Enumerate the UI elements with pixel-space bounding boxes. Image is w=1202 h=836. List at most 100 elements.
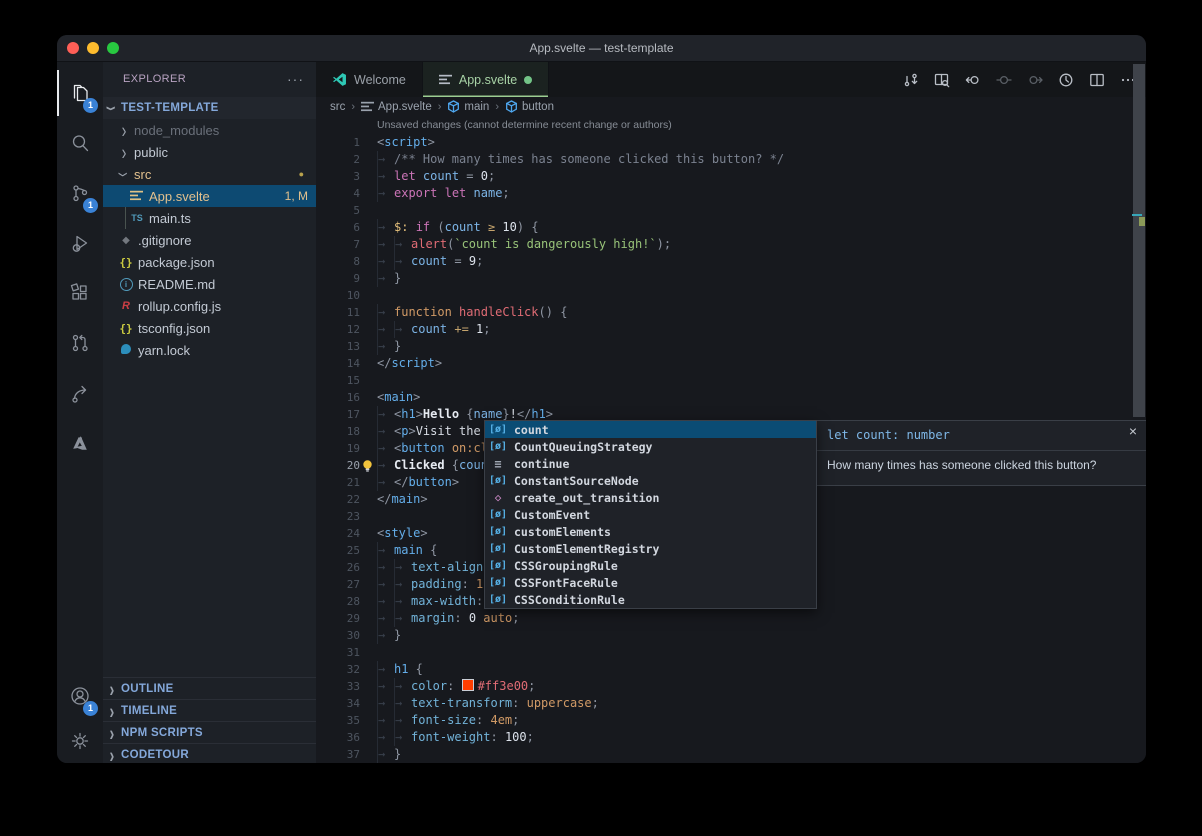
breadcrumb-item-app-svelte[interactable]: App.svelte <box>361 101 432 113</box>
sidebar-section-timeline[interactable]: ›TIMELINE <box>103 699 316 722</box>
code-line-8[interactable]: 8→→count = 9; <box>316 253 1146 270</box>
code-line-4[interactable]: 4→export let name; <box>316 185 1146 202</box>
suggestion-create_out_transition[interactable]: ◇create_out_transition <box>485 489 816 506</box>
more-actions-icon[interactable]: ··· <box>287 71 304 87</box>
code-line-15[interactable]: 15 <box>316 372 1146 389</box>
code-line-35[interactable]: 35→→font-size: 4em; <box>316 712 1146 729</box>
suggestion-customelements[interactable]: [ø]customElements <box>485 523 816 540</box>
tab-app-svelte[interactable]: App.svelte <box>423 62 549 97</box>
open-changes-icon[interactable] <box>903 72 919 88</box>
code-line-10[interactable]: 10 <box>316 287 1146 304</box>
code-token <box>481 220 488 234</box>
breadcrumb-item-src[interactable]: src <box>330 101 345 113</box>
previous-change-icon[interactable] <box>996 72 1012 88</box>
code-line-34[interactable]: 34→→text-transform: uppercase; <box>316 695 1146 712</box>
line-number: 22 <box>316 491 360 508</box>
glyph-margin <box>360 661 377 678</box>
activity-settings-button[interactable] <box>57 718 103 763</box>
file-tree-item-app-svelte[interactable]: App.svelte1, M <box>103 185 316 207</box>
code-token: → <box>377 661 394 678</box>
suggestion-label: CSSGroupingRule <box>514 559 618 573</box>
back-icon[interactable] <box>965 72 981 88</box>
suggestion-cssfontfacerule[interactable]: [ø]CSSFontFaceRule <box>485 574 816 591</box>
file-tree-item--gitignore[interactable]: ◆.gitignore <box>103 229 316 251</box>
file-tree-item-tsconfig-json[interactable]: {}tsconfig.json <box>103 317 316 339</box>
code-token: → <box>394 678 411 695</box>
code-line-16[interactable]: 16<main> <box>316 389 1146 406</box>
suggestion-continue[interactable]: ≡continue <box>485 455 816 472</box>
section-label: CODETOUR <box>121 749 189 761</box>
file-tree-item-readme-md[interactable]: iREADME.md <box>103 273 316 295</box>
code-line-33[interactable]: 33→→color: #ff3e00; <box>316 678 1146 695</box>
code-line-13[interactable]: 13→} <box>316 338 1146 355</box>
file-tree-item-yarn-lock[interactable]: yarn.lock <box>103 339 316 361</box>
suggestion-cssgroupingrule[interactable]: [ø]CSSGroupingRule <box>485 557 816 574</box>
file-tree-item-src[interactable]: ›src● <box>103 163 316 185</box>
code-line-1[interactable]: 1<script> <box>316 134 1146 151</box>
sidebar-section-codetour[interactable]: ›CODETOUR <box>103 743 316 763</box>
split-editor-icon[interactable] <box>1089 72 1105 88</box>
file-tree-item-package-json[interactable]: {}package.json <box>103 251 316 273</box>
breadcrumb-item-button[interactable]: button <box>505 100 554 113</box>
file-name: .gitignore <box>138 233 191 248</box>
activity-explorer-button[interactable]: 1 <box>57 70 103 116</box>
code-line-11[interactable]: 11→function handleClick() { <box>316 304 1146 321</box>
file-tree-item-public[interactable]: ›public <box>103 141 316 163</box>
next-change-icon[interactable] <box>1027 72 1043 88</box>
code-line-14[interactable]: 14</script> <box>316 355 1146 372</box>
activity-accounts-button[interactable]: 1 <box>57 673 103 719</box>
code-line-30[interactable]: 30→} <box>316 627 1146 644</box>
code-line-9[interactable]: 9→} <box>316 270 1146 287</box>
code-token: style <box>384 526 420 540</box>
code-token <box>452 305 459 319</box>
code-token: → <box>377 627 394 644</box>
file-tree-item-rollup-config-js[interactable]: Rrollup.config.js <box>103 295 316 317</box>
activity-github-pull-requests-button[interactable] <box>57 320 103 366</box>
activity-run-debug-button[interactable] <box>57 220 103 266</box>
open-preview-icon[interactable] <box>934 72 950 88</box>
code-token: ; <box>483 322 490 336</box>
variable-icon: [ø] <box>489 475 507 486</box>
code-token: Clicked <box>394 458 452 472</box>
code-line-31[interactable]: 31 <box>316 644 1146 661</box>
glyph-margin <box>360 338 377 355</box>
code-line-37[interactable]: 37→} <box>316 746 1146 763</box>
sidebar-section-npm-scripts[interactable]: ›NPM SCRIPTS <box>103 721 316 744</box>
codelens-annotation[interactable]: Unsaved changes (cannot determine recent… <box>377 116 1146 134</box>
timeline-icon[interactable] <box>1058 72 1074 88</box>
sidebar-section-outline[interactable]: ›OUTLINE <box>103 677 316 700</box>
tab-welcome[interactable]: Welcome <box>316 62 423 97</box>
modified-dot[interactable] <box>524 76 532 84</box>
scrollbar-handle[interactable] <box>1133 64 1145 417</box>
code-line-3[interactable]: 3→let count = 0; <box>316 168 1146 185</box>
lightbulb-icon[interactable] <box>361 459 374 473</box>
code-line-2[interactable]: 2→/** How many times has someone clicked… <box>316 151 1146 168</box>
code-line-7[interactable]: 7→→alert(`count is dangerously high!`); <box>316 236 1146 253</box>
code-line-32[interactable]: 32→h1 { <box>316 661 1146 678</box>
code-token: main <box>391 492 420 506</box>
activity-codetour-button[interactable] <box>57 370 103 416</box>
activity-azure-button[interactable] <box>57 420 103 466</box>
suggestion-constantsourcenode[interactable]: [ø]ConstantSourceNode <box>485 472 816 489</box>
ts-file-icon: TS <box>130 212 144 224</box>
suggestion-countqueuingstrategy[interactable]: [ø]CountQueuingStrategy <box>485 438 816 455</box>
activity-search-button[interactable] <box>57 120 103 166</box>
file-tree-item-node-modules[interactable]: ›node_modules <box>103 119 316 141</box>
file-tree-item-main-ts[interactable]: TSmain.ts <box>103 207 316 229</box>
code-line-12[interactable]: 12→→count += 1; <box>316 321 1146 338</box>
code-token: → <box>377 457 394 474</box>
activity-source-control-button[interactable]: 1 <box>57 170 103 216</box>
code-line-5[interactable]: 5 <box>316 202 1146 219</box>
project-root-row[interactable]: › TEST-TEMPLATE <box>103 97 316 119</box>
suggestion-customelementregistry[interactable]: [ø]CustomElementRegistry <box>485 540 816 557</box>
code-line-29[interactable]: 29→→margin: 0 auto; <box>316 610 1146 627</box>
suggestion-customevent[interactable]: [ø]CustomEvent <box>485 506 816 523</box>
code-line-36[interactable]: 36→→font-weight: 100; <box>316 729 1146 746</box>
code-line-6[interactable]: 6→$: if (count ≥ 10) { <box>316 219 1146 236</box>
suggestion-label: CustomEvent <box>514 508 590 522</box>
activity-extensions-button[interactable] <box>57 270 103 316</box>
suggestion-cssconditionrule[interactable]: [ø]CSSConditionRule <box>485 591 816 608</box>
breadcrumb-item-main[interactable]: main <box>447 100 489 113</box>
code-token: handleClick <box>459 305 538 319</box>
suggestion-count[interactable]: [ø]count <box>485 421 816 438</box>
